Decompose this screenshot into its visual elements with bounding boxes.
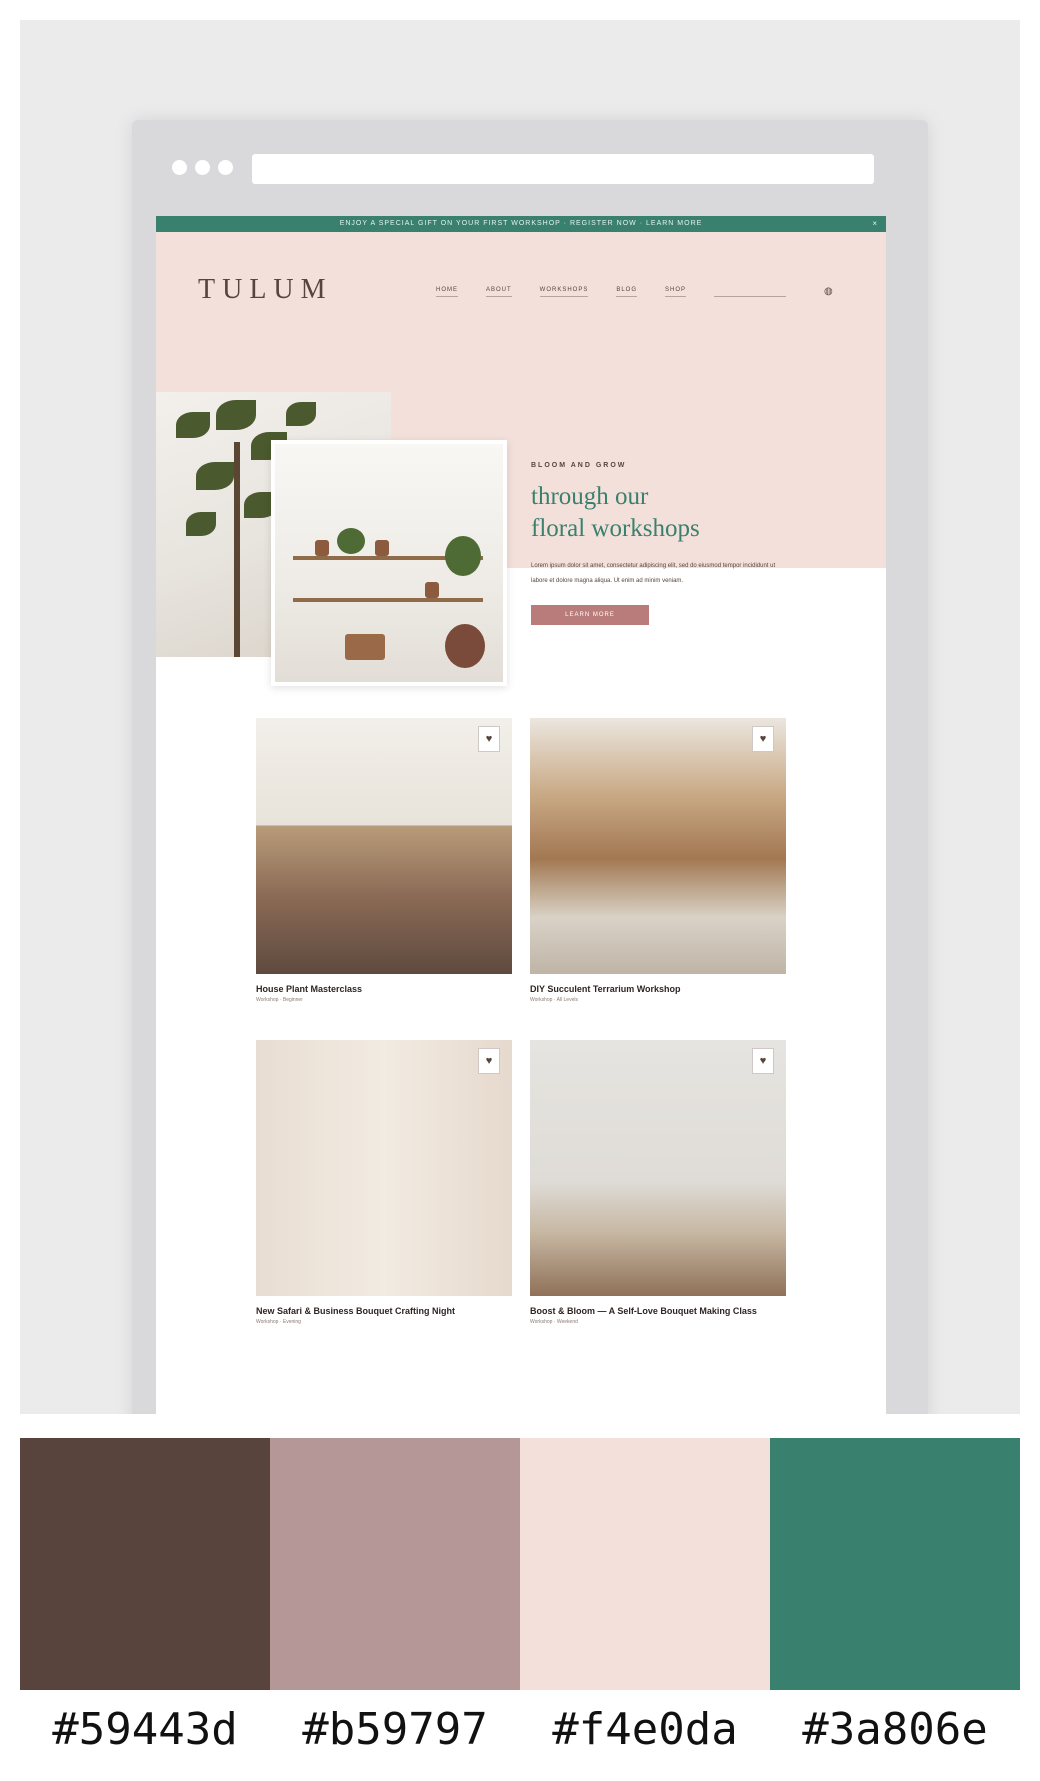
card-subtitle: Workshop · Evening [256, 1319, 301, 1325]
address-bar[interactable] [252, 154, 874, 184]
hero-section: BLOOM AND GROW through our floral worksh… [156, 392, 886, 686]
workshop-card[interactable]: ♥ Boost & Bloom — A Self-Love Bouquet Ma… [530, 1040, 786, 1325]
favorite-icon[interactable]: ♥ [752, 1048, 774, 1074]
card-image[interactable]: ♥ [256, 1040, 512, 1296]
hero-image-shelves [271, 440, 507, 686]
color-codes: #59443d #b59797 #f4e0da #3a806e [20, 1700, 1020, 1760]
cart-icon[interactable]: ◍ [824, 286, 833, 297]
card-title[interactable]: House Plant Masterclass [256, 984, 512, 995]
nav-item-about[interactable]: ABOUT [486, 287, 512, 297]
workshop-card[interactable]: ♥ House Plant Masterclass Workshop · Beg… [256, 718, 512, 1003]
color-palette [20, 1438, 1020, 1690]
nav-item-workshops[interactable]: WORKSHOPS [539, 287, 589, 297]
learn-more-button[interactable]: LEARN MORE [531, 605, 649, 625]
website: ENJOY A SPECIAL GIFT ON YOUR FIRST WORKS… [156, 216, 886, 1414]
card-subtitle: Workshop · All Levels [530, 997, 578, 1003]
nav-item-home[interactable]: HOME [436, 287, 458, 297]
hex-code: #f4e0da [552, 1704, 738, 1755]
color-swatch [770, 1438, 1020, 1690]
hero-body: Lorem ipsum dolor sit amet, consectetur … [531, 563, 776, 584]
search-input[interactable] [714, 287, 787, 297]
hero-title-line: floral workshops [531, 515, 700, 542]
hero-title: through our floral workshops [531, 481, 821, 545]
card-title[interactable]: Boost & Bloom — A Self-Love Bouquet Maki… [530, 1306, 786, 1317]
announcement-bar: ENJOY A SPECIAL GIFT ON YOUR FIRST WORKS… [156, 216, 886, 232]
nav-item-shop[interactable]: SHOP [665, 287, 687, 297]
card-subtitle: Workshop · Weekend [530, 1319, 578, 1325]
hex-code: #b59797 [302, 1704, 488, 1755]
card-title[interactable]: DIY Succulent Terrarium Workshop [530, 984, 786, 995]
main-nav: HOME ABOUT WORKSHOPS BLOG SHOP ◍ [436, 286, 833, 297]
workshop-card[interactable]: ♥ New Safari & Business Bouquet Crafting… [256, 1040, 512, 1325]
favorite-icon[interactable]: ♥ [752, 726, 774, 752]
card-image[interactable]: ♥ [530, 1040, 786, 1296]
card-image[interactable]: ♥ [256, 718, 512, 974]
hero-eyebrow: BLOOM AND GROW [531, 462, 627, 469]
card-subtitle: Workshop · Beginner [256, 997, 303, 1003]
card-title[interactable]: New Safari & Business Bouquet Crafting N… [256, 1306, 512, 1317]
hero-title-line: through our [531, 483, 649, 510]
close-icon[interactable]: × [872, 216, 878, 232]
window-dot[interactable] [218, 160, 233, 175]
color-swatch [20, 1438, 270, 1690]
favorite-icon[interactable]: ♥ [478, 1048, 500, 1074]
hero-text: BLOOM AND GROW through our floral worksh… [531, 462, 821, 625]
favorite-icon[interactable]: ♥ [478, 726, 500, 752]
workshop-card[interactable]: ♥ DIY Succulent Terrarium Workshop Works… [530, 718, 786, 1003]
hex-code: #3a806e [802, 1704, 988, 1755]
hex-code: #59443d [52, 1704, 238, 1755]
nav-item-blog[interactable]: BLOG [616, 287, 638, 297]
color-swatch [270, 1438, 520, 1690]
browser-window: ENJOY A SPECIAL GIFT ON YOUR FIRST WORKS… [132, 120, 928, 1414]
window-dot[interactable] [195, 160, 210, 175]
announcement-text[interactable]: ENJOY A SPECIAL GIFT ON YOUR FIRST WORKS… [340, 220, 703, 227]
mockup-stage: ENJOY A SPECIAL GIFT ON YOUR FIRST WORKS… [20, 20, 1020, 1414]
site-logo[interactable]: TULUM [198, 274, 333, 306]
window-dot[interactable] [172, 160, 187, 175]
window-controls [172, 160, 233, 175]
color-swatch [520, 1438, 770, 1690]
card-image[interactable]: ♥ [530, 718, 786, 974]
